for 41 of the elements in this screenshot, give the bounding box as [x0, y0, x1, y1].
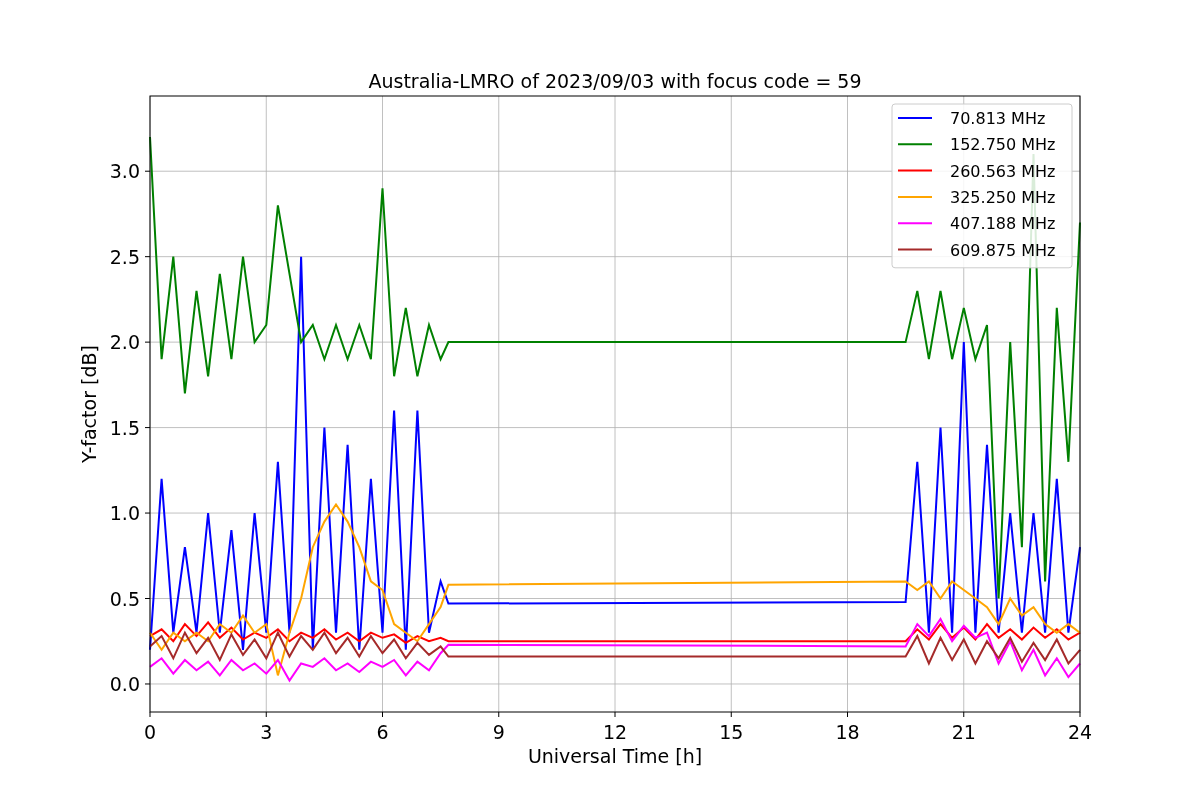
tick-mark: [149, 711, 151, 718]
tick-label: 2.0: [109, 331, 140, 354]
chart-title: Australia-LMRO of 2023/09/03 with focus code = 59: [368, 70, 862, 92]
tick-mark: [498, 711, 500, 718]
tick-label: 15: [719, 721, 744, 743]
tick-label: 24: [1067, 721, 1093, 743]
y-axis-label: Y-factor [dB]: [78, 345, 100, 463]
tick-label: 18: [835, 721, 860, 743]
tick-mark: [144, 598, 151, 599]
tick-mark: [265, 711, 267, 718]
tick-mark: [847, 711, 848, 718]
tick-mark: [144, 512, 151, 514]
tick-label: 0.0: [109, 672, 140, 695]
legend-label: 152.750 MHz: [950, 135, 1056, 155]
tick-mark: [1079, 711, 1081, 718]
legend-label: 609.875 MHz: [950, 240, 1056, 260]
legend-label: 70.813 MHz: [950, 109, 1046, 128]
tick-label: 2.5: [109, 245, 140, 268]
tick-mark: [382, 711, 383, 718]
tick-mark: [963, 711, 965, 718]
tick-label: 0.5: [109, 587, 140, 610]
tick-mark: [144, 256, 151, 258]
tick-label: 1.0: [109, 502, 140, 525]
tick-mark: [144, 683, 151, 685]
tick-label: 21: [951, 721, 976, 743]
tick-mark: [614, 711, 616, 718]
legend-label: 260.563 MHz: [950, 161, 1056, 181]
tick-label: 3: [260, 721, 273, 743]
tick-label: 9: [492, 721, 505, 743]
legend-label: 407.188 MHz: [950, 214, 1056, 234]
tick-mark: [144, 341, 151, 343]
tick-label: 6: [376, 721, 389, 743]
legend-label: 325.250 MHz: [950, 187, 1056, 207]
tick-label: 1.5: [109, 416, 140, 439]
tick-mark: [730, 711, 732, 718]
tick-label: 3.0: [109, 160, 140, 183]
x-axis-label: Universal Time [h]: [527, 745, 703, 767]
tick-label: 0: [143, 721, 157, 743]
tick-label: 12: [602, 721, 628, 743]
tick-mark: [144, 170, 151, 172]
tick-mark: [144, 427, 151, 429]
